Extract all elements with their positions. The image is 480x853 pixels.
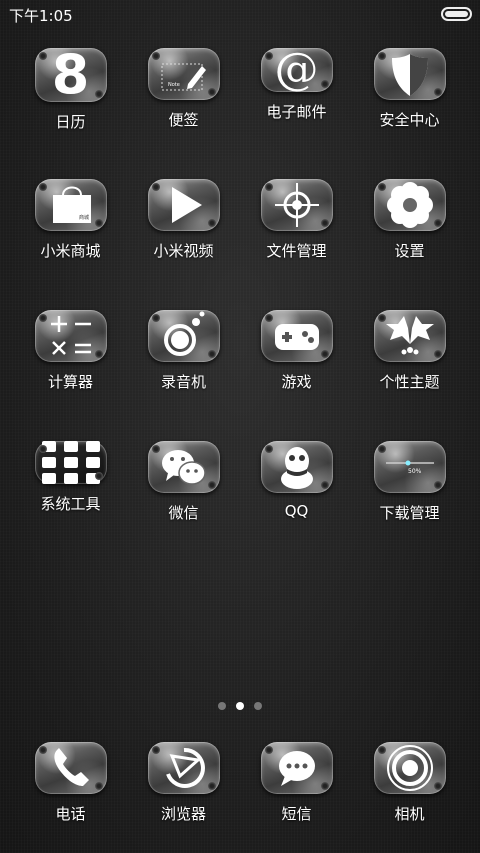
shield-icon bbox=[373, 48, 446, 100]
calendar-icon: 8 bbox=[34, 43, 107, 106]
app-label: 电话 bbox=[55, 805, 86, 823]
email-icon: @ bbox=[260, 44, 333, 95]
app-label: 短信 bbox=[281, 805, 312, 823]
app-mi-store[interactable]: 商城 小米商城 bbox=[14, 131, 127, 260]
svg-text:商城: 商城 bbox=[79, 214, 89, 221]
app-label: QQ bbox=[284, 502, 309, 520]
dock-phone[interactable]: 电话 bbox=[14, 694, 127, 823]
app-recorder[interactable]: 录音机 bbox=[127, 262, 240, 391]
app-file-manager[interactable]: 文件管理 bbox=[240, 131, 353, 260]
app-games[interactable]: 游戏 bbox=[240, 262, 353, 391]
app-label: 小米商城 bbox=[40, 242, 101, 260]
app-label: 浏览器 bbox=[160, 805, 206, 823]
notes-icon: Note bbox=[147, 48, 220, 100]
qq-penguin-icon bbox=[260, 441, 333, 493]
calculator-icon bbox=[34, 310, 107, 362]
at-glyph: @ bbox=[274, 44, 319, 95]
message-icon bbox=[260, 742, 333, 794]
dock-messages[interactable]: 短信 bbox=[240, 694, 353, 823]
app-label: 设置 bbox=[394, 242, 425, 260]
home-screen: 下午1:05 8 日历 Note 便签 @ 电子邮件 安全中心 商城 小米商城 … bbox=[0, 0, 480, 853]
app-calendar[interactable]: 8 日历 bbox=[14, 0, 127, 131]
theme-icon bbox=[373, 310, 446, 362]
phone-icon bbox=[34, 742, 107, 794]
app-wechat[interactable]: 微信 bbox=[127, 393, 240, 522]
svg-text:50%: 50% bbox=[408, 468, 422, 475]
app-settings[interactable]: 设置 bbox=[353, 131, 466, 260]
download-icon: 50% bbox=[373, 441, 446, 493]
app-download-manager[interactable]: 50% 下载管理 bbox=[353, 393, 466, 522]
app-label: 日历 bbox=[55, 113, 86, 131]
app-label: 下载管理 bbox=[379, 504, 440, 522]
dock-browser[interactable]: 浏览器 bbox=[127, 694, 240, 823]
app-calculator[interactable]: 计算器 bbox=[14, 262, 127, 391]
app-label: 系统工具 bbox=[40, 495, 101, 513]
app-label: 相机 bbox=[394, 805, 425, 823]
wechat-icon bbox=[147, 441, 220, 493]
tools-folder-icon bbox=[34, 441, 107, 484]
app-security-center[interactable]: 安全中心 bbox=[353, 0, 466, 129]
app-system-tools-folder[interactable]: 系统工具 bbox=[14, 393, 127, 513]
app-label: 个性主题 bbox=[379, 373, 440, 391]
camera-icon bbox=[373, 742, 446, 794]
app-label: 微信 bbox=[168, 504, 199, 522]
shopping-bag-icon: 商城 bbox=[34, 179, 107, 231]
app-label: 安全中心 bbox=[379, 111, 440, 129]
crosshair-icon bbox=[260, 179, 333, 231]
recorder-icon bbox=[147, 310, 220, 362]
app-email[interactable]: @ 电子邮件 bbox=[240, 0, 353, 121]
app-mi-video[interactable]: 小米视频 bbox=[127, 131, 240, 260]
folder-app-grid bbox=[41, 441, 100, 484]
svg-text:Note: Note bbox=[168, 82, 180, 88]
play-icon bbox=[147, 179, 220, 231]
gamepad-icon bbox=[260, 310, 333, 362]
app-notes[interactable]: Note 便签 bbox=[127, 0, 240, 129]
browser-icon bbox=[147, 742, 220, 794]
app-label: 文件管理 bbox=[266, 242, 327, 260]
dock-camera[interactable]: 相机 bbox=[353, 694, 466, 823]
calendar-date: 8 bbox=[51, 43, 90, 106]
app-label: 游戏 bbox=[281, 373, 312, 391]
app-qq[interactable]: QQ bbox=[240, 393, 353, 520]
app-label: 小米视频 bbox=[153, 242, 214, 260]
app-label: 计算器 bbox=[47, 373, 93, 391]
app-themes[interactable]: 个性主题 bbox=[353, 262, 466, 391]
app-label: 电子邮件 bbox=[266, 103, 327, 121]
gear-icon bbox=[373, 179, 446, 231]
app-label: 便签 bbox=[168, 111, 199, 129]
app-label: 录音机 bbox=[160, 373, 206, 391]
